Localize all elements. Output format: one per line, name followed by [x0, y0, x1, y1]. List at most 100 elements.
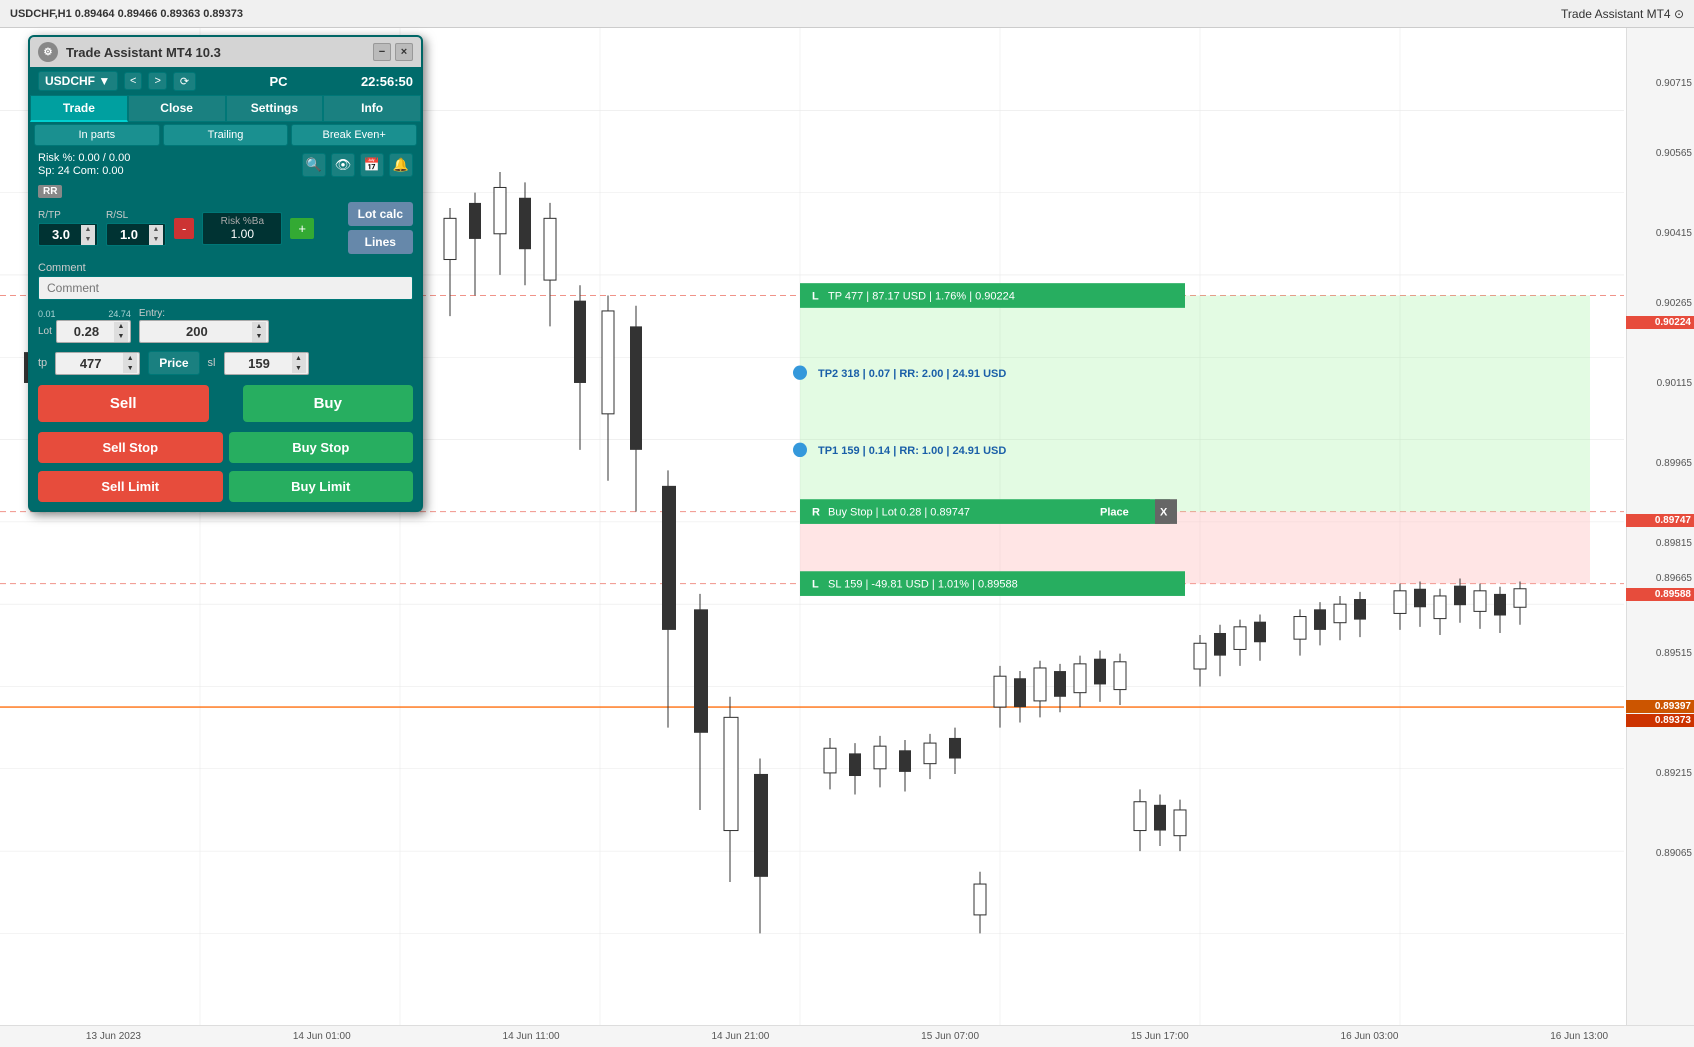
sell-buy-row: Sell Buy	[30, 379, 421, 428]
calendar-icon-btn[interactable]: 📅	[360, 153, 384, 177]
sl-label: sl	[208, 357, 216, 369]
time-label-7: 16 Jun 13:00	[1550, 1031, 1608, 1042]
lot-entry-row: 0.01 24.74 Lot 0.28 ▲ ▼ Entry: 200 ▲	[30, 304, 421, 347]
risk-icons: 🔍 👁 📅 🔔	[302, 153, 413, 177]
tp-spinner[interactable]: ▲ ▼	[123, 353, 137, 373]
entry-up[interactable]: ▲	[252, 322, 266, 332]
chart-refresh-btn[interactable]: ⟳	[173, 72, 196, 91]
lot-down[interactable]: ▼	[114, 332, 128, 342]
chart-topbar: USDCHF,H1 0.89464 0.89466 0.89363 0.8937…	[0, 0, 1694, 28]
lot-field: 0.01 24.74 Lot 0.28 ▲ ▼	[38, 309, 131, 343]
plus-btn[interactable]: +	[290, 218, 314, 239]
buy-limit-btn[interactable]: Buy Limit	[229, 471, 414, 502]
lot-spinner[interactable]: ▲ ▼	[114, 322, 128, 342]
rsl-spinner[interactable]: ▲ ▼	[149, 225, 163, 245]
widget-panel: ⚙ Trade Assistant MT4 10.3 − × USDCHF ▼ …	[28, 35, 423, 512]
lot-min: 0.01	[38, 309, 56, 319]
symbol-select[interactable]: USDCHF ▼	[38, 71, 118, 91]
eye-icon-btn[interactable]: 👁	[331, 153, 355, 177]
sl-input[interactable]: 159 ▲ ▼	[224, 352, 309, 375]
sl-down[interactable]: ▼	[292, 363, 306, 373]
tp-up[interactable]: ▲	[123, 353, 137, 363]
widget-title: Trade Assistant MT4 10.3	[66, 45, 221, 60]
time-label-2: 14 Jun 11:00	[503, 1031, 560, 1042]
rtp-up[interactable]: ▲	[81, 225, 95, 235]
tp-input[interactable]: 477 ▲ ▼	[55, 352, 140, 375]
entry-spinner[interactable]: ▲ ▼	[252, 322, 266, 342]
rr-badge: RR	[38, 185, 62, 198]
rsl-input[interactable]: 1.0 ▲ ▼	[106, 223, 166, 246]
rtp-label: R/TP	[38, 210, 98, 221]
tab-close[interactable]: Close	[128, 95, 226, 122]
svg-text:Place: Place	[1100, 507, 1129, 519]
risk-info: Risk %: 0.00 / 0.00 Sp: 24 Com: 0.00	[38, 152, 130, 177]
entry-field: Entry: 200 ▲ ▼	[139, 308, 269, 343]
rtp-input[interactable]: 3.0 ▲ ▼	[38, 223, 98, 246]
lines-btn[interactable]: Lines	[348, 230, 413, 254]
minimize-btn[interactable]: −	[373, 43, 391, 61]
tp-value: 477	[58, 353, 123, 374]
rr-content: R/TP 3.0 ▲ ▼ R/SL 1.0 ▲ ▼	[38, 202, 413, 254]
sl-value: 159	[227, 353, 292, 374]
nav-left-btn[interactable]: <	[124, 72, 142, 90]
entry-down[interactable]: ▼	[252, 332, 266, 342]
rr-section: RR R/TP 3.0 ▲ ▼ R/SL 1.0 ▲	[30, 181, 421, 258]
lot-up[interactable]: ▲	[114, 322, 128, 332]
time-label-0: 13 Jun 2023	[86, 1031, 141, 1042]
entry-input[interactable]: 200 ▲ ▼	[139, 320, 269, 343]
sl-spinner[interactable]: ▲ ▼	[292, 353, 306, 373]
tpsl-row: tp 477 ▲ ▼ Price sl 159 ▲ ▼	[30, 347, 421, 379]
titlebar-buttons: − ×	[373, 43, 413, 61]
rsl-down[interactable]: ▼	[149, 235, 163, 245]
search-icon-btn[interactable]: 🔍	[302, 153, 326, 177]
svg-text:L: L	[812, 291, 819, 303]
sell-limit-btn[interactable]: Sell Limit	[38, 471, 223, 502]
risk-ba-input[interactable]: Risk %Ba 1.00	[202, 212, 282, 245]
comment-section: Comment	[30, 258, 421, 304]
lot-calc-btn[interactable]: Lot calc	[348, 202, 413, 226]
tab-info[interactable]: Info	[323, 95, 421, 122]
rtp-spinner[interactable]: ▲ ▼	[81, 225, 95, 245]
rsl-value: 1.0	[109, 224, 149, 245]
svg-text:X: X	[1160, 507, 1168, 519]
bell-icon-btn[interactable]: 🔔	[389, 153, 413, 177]
price-0.89815: 0.89815	[1656, 538, 1692, 549]
comment-input[interactable]	[38, 276, 413, 300]
time-label-6: 16 Jun 03:00	[1341, 1031, 1399, 1042]
svg-text:TP1 159 | 0.14 | RR: 1.00 | 24: TP1 159 | 0.14 | RR: 1.00 | 24.91 USD	[818, 445, 1006, 457]
widget-titlebar: ⚙ Trade Assistant MT4 10.3 − ×	[30, 37, 421, 67]
widget-icon: ⚙	[38, 42, 58, 62]
lot-range: 0.01 24.74	[38, 309, 131, 319]
sl-up[interactable]: ▲	[292, 353, 306, 363]
sell-btn[interactable]: Sell	[38, 385, 209, 422]
buy-btn[interactable]: Buy	[243, 385, 414, 422]
rtp-down[interactable]: ▼	[81, 235, 95, 245]
rr-header: RR	[38, 185, 413, 198]
sell-stop-btn[interactable]: Sell Stop	[38, 432, 223, 463]
svg-text:L: L	[812, 579, 819, 591]
subtab-break-even[interactable]: Break Even+	[291, 124, 417, 146]
nav-right-btn[interactable]: >	[148, 72, 166, 90]
svg-text:R: R	[812, 507, 820, 519]
time-label-1: 14 Jun 01:00	[293, 1031, 351, 1042]
time-display: 22:56:50	[361, 74, 413, 89]
close-btn[interactable]: ×	[395, 43, 413, 61]
minus-btn[interactable]: -	[174, 218, 194, 239]
lot-value: 0.28	[59, 321, 114, 342]
tab-settings[interactable]: Settings	[226, 95, 324, 122]
tab-trade[interactable]: Trade	[30, 95, 128, 122]
tp-down[interactable]: ▼	[123, 363, 137, 373]
svg-text:SL 159 | -49.81 USD | 1.01% |: SL 159 | -49.81 USD | 1.01% | 0.89588	[828, 579, 1018, 591]
risk-row: Risk %: 0.00 / 0.00 Sp: 24 Com: 0.00 🔍 👁…	[30, 148, 421, 181]
lot-input[interactable]: 0.28 ▲ ▼	[56, 320, 131, 343]
subtab-in-parts[interactable]: In parts	[34, 124, 160, 146]
rsl-up[interactable]: ▲	[149, 225, 163, 235]
symbol-value: USDCHF	[45, 74, 95, 88]
subtab-trailing[interactable]: Trailing	[163, 124, 289, 146]
price-sl-red: 0.89588	[1626, 588, 1694, 601]
buy-stop-btn[interactable]: Buy Stop	[229, 432, 414, 463]
price-btn[interactable]: Price	[148, 351, 199, 375]
entry-label: Entry:	[139, 308, 269, 319]
risk-ba-label: Risk %Ba	[208, 216, 276, 227]
chart-title-right: Trade Assistant MT4 ⊙	[1561, 7, 1684, 21]
